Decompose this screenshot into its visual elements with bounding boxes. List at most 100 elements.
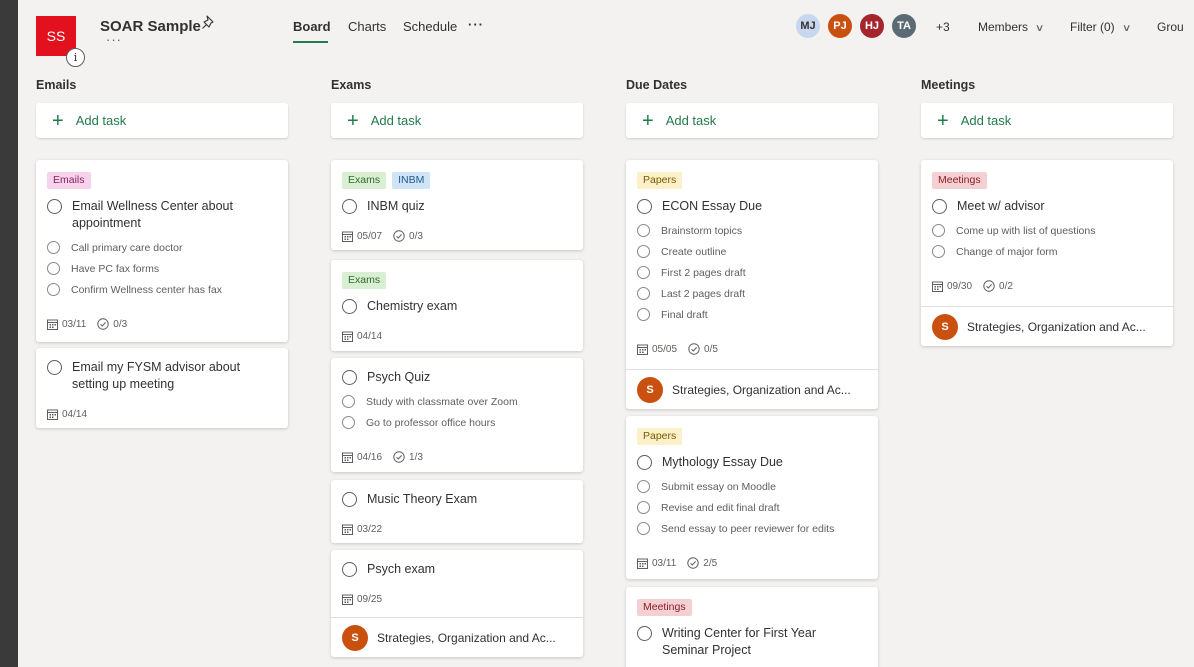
complete-task-checkbox[interactable] <box>47 199 62 214</box>
bucket-footer[interactable]: S Strategies, Organization and Ac... <box>331 617 583 657</box>
checklist-checkbox[interactable] <box>637 308 650 321</box>
task-title[interactable]: Email Wellness Center about appointment <box>72 198 274 232</box>
task-title[interactable]: Psych exam <box>367 561 435 578</box>
task-card[interactable]: Email my FYSM advisor about setting up m… <box>36 348 288 428</box>
complete-task-checkbox[interactable] <box>637 455 652 470</box>
checklist-checkbox[interactable] <box>342 416 355 429</box>
complete-task-checkbox[interactable] <box>637 626 652 641</box>
bucket-footer[interactable]: S Strategies, Organization and Ac... <box>626 369 878 409</box>
task-label[interactable]: Papers <box>637 428 683 445</box>
task-label[interactable]: Exams <box>342 172 387 189</box>
add-task-button[interactable]: + Add task <box>921 103 1173 138</box>
task-card[interactable]: Psych Quiz Study with classmate over Zoom… <box>331 358 583 472</box>
checklist-checkbox[interactable] <box>47 262 60 275</box>
complete-task-checkbox[interactable] <box>342 199 357 214</box>
task-title[interactable]: Email my FYSM advisor about setting up m… <box>72 359 274 393</box>
checklist-progress[interactable]: 0/2 <box>999 281 1013 292</box>
tab-schedule[interactable]: Schedule <box>403 19 457 34</box>
bucket-title[interactable]: Meetings <box>921 78 1173 96</box>
complete-task-checkbox[interactable] <box>47 360 62 375</box>
task-card[interactable]: Psych exam 09/25 S Strategies, Organization… <box>331 550 583 657</box>
task-label[interactable]: Papers <box>637 172 683 189</box>
checklist-item-text: Revise and edit final draft <box>661 501 780 514</box>
checklist-progress[interactable]: 0/5 <box>704 344 718 355</box>
task-card[interactable]: Emails Email Wellness Center about appoin… <box>36 160 288 342</box>
member-avatar[interactable]: MJ <box>794 12 822 40</box>
task-card[interactable]: Music Theory Exam 03/22 <box>331 480 583 543</box>
task-label[interactable]: Meetings <box>932 172 987 189</box>
task-label[interactable]: Exams <box>342 272 387 289</box>
checklist-checkbox[interactable] <box>637 245 650 258</box>
checklist-checkbox[interactable] <box>637 287 650 300</box>
task-title[interactable]: Mythology Essay Due <box>662 454 783 471</box>
bucket-column: Emails + Add task <box>36 78 288 138</box>
pin-icon[interactable] <box>201 14 217 32</box>
due-date[interactable]: 03/11 <box>652 558 676 569</box>
task-card[interactable]: Exams Chemistry exam 04/14 <box>331 260 583 351</box>
task-card[interactable]: Papers Mythology Essay Due Submit essay on… <box>626 416 878 579</box>
filter-dropdown[interactable]: Filter (0) ∨ <box>1070 20 1131 34</box>
checklist-progress[interactable]: 2/5 <box>703 558 717 569</box>
due-date[interactable]: 04/14 <box>357 331 382 342</box>
task-card[interactable]: Exams INBM INBM quiz 05/07 0/3 <box>331 160 583 250</box>
task-label[interactable]: INBM <box>392 172 431 189</box>
checklist-checkbox[interactable] <box>637 224 650 237</box>
checklist-checkbox[interactable] <box>637 522 650 535</box>
task-card[interactable]: Meetings Meet w/ advisor Come up with list… <box>921 160 1173 346</box>
checklist-checkbox[interactable] <box>47 241 60 254</box>
member-avatar[interactable]: HJ <box>858 12 886 40</box>
task-title[interactable]: Music Theory Exam <box>367 491 477 508</box>
checklist-checkbox[interactable] <box>342 395 355 408</box>
due-date[interactable]: 05/05 <box>652 344 677 355</box>
tabs-more-icon[interactable]: ··· <box>468 17 484 32</box>
due-date[interactable]: 09/25 <box>357 594 382 605</box>
add-task-button[interactable]: + Add task <box>36 103 288 138</box>
complete-task-checkbox[interactable] <box>342 562 357 577</box>
checklist-checkbox[interactable] <box>637 266 650 279</box>
complete-task-checkbox[interactable] <box>637 199 652 214</box>
task-title[interactable]: Psych Quiz <box>367 369 430 386</box>
checklist-checkbox[interactable] <box>47 283 60 296</box>
members-dropdown[interactable]: Members ∨ <box>978 20 1044 34</box>
due-date[interactable]: 03/22 <box>357 524 382 535</box>
checklist-progress[interactable]: 1/3 <box>409 452 423 463</box>
task-title[interactable]: Writing Center for First Year Seminar Pr… <box>662 625 864 659</box>
task-card[interactable]: Papers ECON Essay Due Brainstorm topics Cre… <box>626 160 878 409</box>
tab-board[interactable]: Board <box>293 19 331 34</box>
checklist-checkbox[interactable] <box>637 480 650 493</box>
checklist-progress[interactable]: 0/3 <box>113 319 127 330</box>
complete-task-checkbox[interactable] <box>932 199 947 214</box>
task-label[interactable]: Meetings <box>637 599 692 616</box>
due-date[interactable]: 04/16 <box>357 452 382 463</box>
group-dropdown[interactable]: Grou <box>1157 20 1184 34</box>
task-title[interactable]: ECON Essay Due <box>662 198 762 215</box>
more-members-count[interactable]: +3 <box>936 20 950 34</box>
checklist-checkbox[interactable] <box>932 245 945 258</box>
bucket-title[interactable]: Due Dates <box>626 78 878 96</box>
task-card[interactable]: Meetings Writing Center for First Year Se… <box>626 587 878 667</box>
due-date[interactable]: 09/30 <box>947 281 972 292</box>
checklist-progress[interactable]: 0/3 <box>409 231 423 242</box>
task-title[interactable]: Chemistry exam <box>367 298 457 315</box>
due-date[interactable]: 05/07 <box>357 231 382 242</box>
member-avatar[interactable]: TA <box>890 12 918 40</box>
checklist-checkbox[interactable] <box>932 224 945 237</box>
bucket-title[interactable]: Emails <box>36 78 288 96</box>
complete-task-checkbox[interactable] <box>342 299 357 314</box>
due-date[interactable]: 03/11 <box>62 319 86 330</box>
task-title[interactable]: INBM quiz <box>367 198 425 215</box>
task-title[interactable]: Meet w/ advisor <box>957 198 1045 215</box>
plan-more-icon[interactable]: ··· <box>106 32 122 47</box>
due-date[interactable]: 04/14 <box>62 409 87 420</box>
add-task-button[interactable]: + Add task <box>331 103 583 138</box>
bucket-title[interactable]: Exams <box>331 78 583 96</box>
complete-task-checkbox[interactable] <box>342 492 357 507</box>
member-avatar[interactable]: PJ <box>826 12 854 40</box>
info-icon[interactable]: i <box>66 48 85 67</box>
complete-task-checkbox[interactable] <box>342 370 357 385</box>
add-task-button[interactable]: + Add task <box>626 103 878 138</box>
task-label[interactable]: Emails <box>47 172 91 189</box>
checklist-checkbox[interactable] <box>637 501 650 514</box>
bucket-footer[interactable]: S Strategies, Organization and Ac... <box>921 306 1173 346</box>
tab-charts[interactable]: Charts <box>348 19 386 34</box>
